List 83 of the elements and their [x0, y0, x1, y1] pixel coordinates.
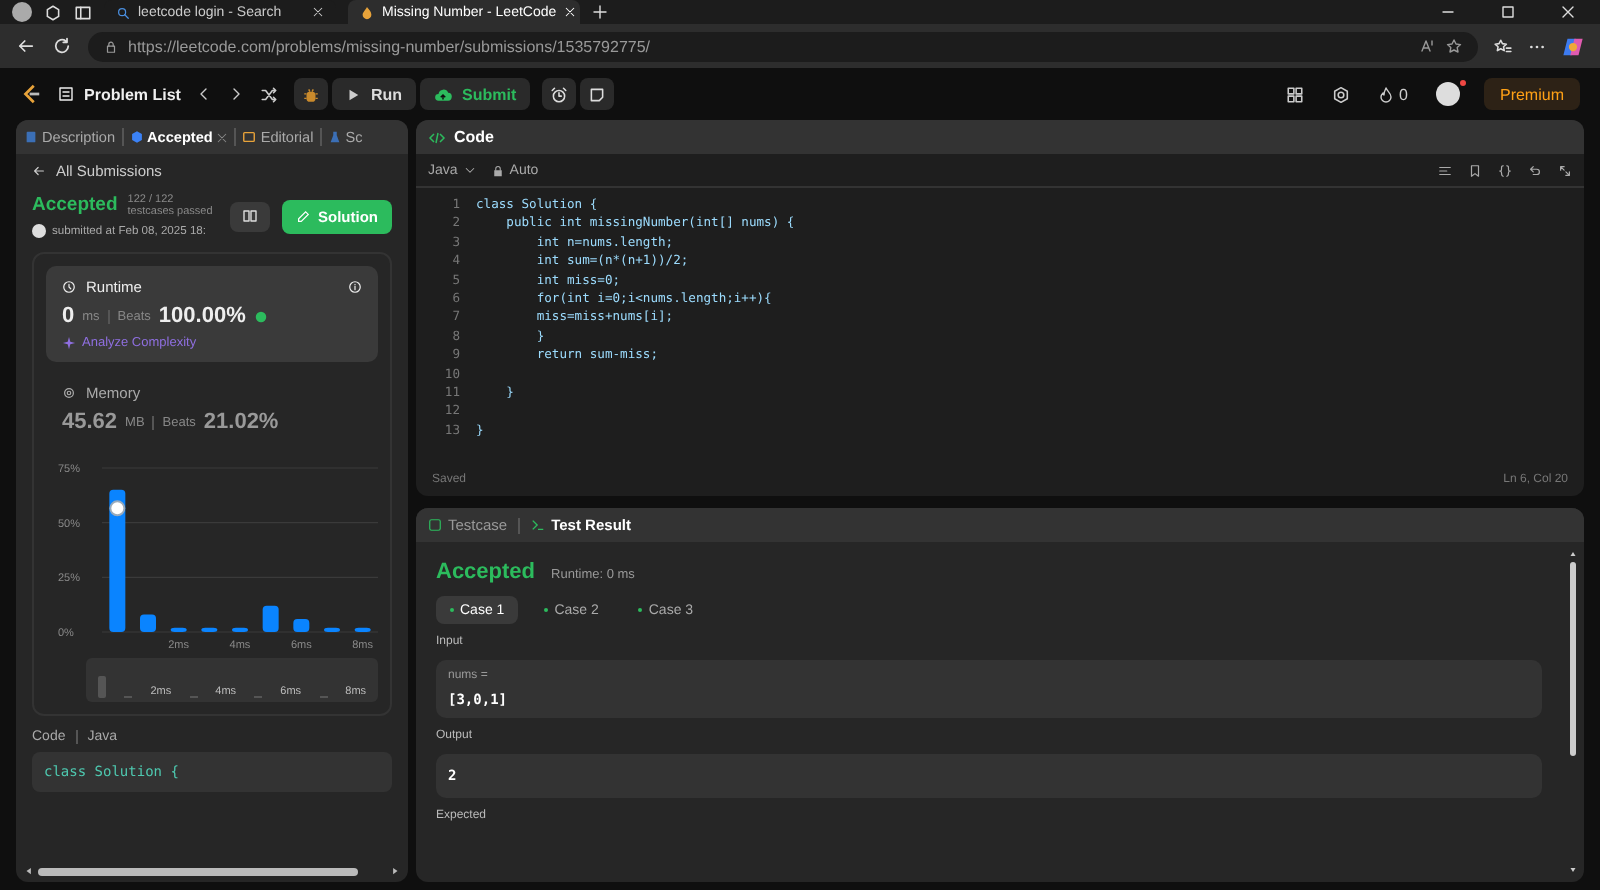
leetcode-logo-icon: [20, 82, 42, 106]
maximize-icon[interactable]: [1500, 4, 1516, 20]
terminal-icon: [529, 518, 546, 532]
search-icon: [116, 5, 130, 19]
notification-dot: [1459, 80, 1466, 86]
list-icon: [58, 86, 74, 102]
close-icon[interactable]: [312, 6, 324, 18]
layout-grid-icon[interactable]: [1285, 85, 1304, 103]
badge-icon: [253, 309, 268, 323]
cloud-upload-icon: [434, 85, 453, 103]
shuffle-icon[interactable]: [260, 85, 279, 103]
bar: [262, 605, 279, 632]
bar: [201, 627, 218, 632]
play-icon: [346, 87, 361, 101]
document-icon: [24, 130, 38, 144]
bar: [232, 627, 248, 632]
stat-value: 0: [62, 304, 75, 328]
refresh-icon[interactable]: [52, 36, 72, 56]
chevron-down-icon: [463, 164, 476, 176]
tab-actions-icon[interactable]: [74, 3, 92, 21]
info-icon[interactable]: [348, 280, 362, 294]
bar: [354, 627, 371, 632]
status-label: Accepted: [32, 194, 118, 216]
beats-percent: 100.00%: [158, 304, 246, 328]
flame-logo-icon: [360, 5, 374, 19]
code-icon: [428, 129, 446, 145]
run-button[interactable]: Run: [332, 78, 417, 110]
checkbox-icon: [428, 518, 442, 532]
favorites-icon[interactable]: [1494, 37, 1512, 55]
address-bar[interactable]: https://leetcode.com/problems/missing-number/submissions/1535792775/: [88, 31, 1478, 61]
beats-percent: 21.02%: [203, 410, 279, 434]
user-avatar: [32, 224, 46, 238]
undo-icon[interactable]: [1528, 163, 1542, 177]
user-avatar[interactable]: [1435, 82, 1460, 106]
sparkle-icon: [62, 336, 76, 350]
result-status: Accepted: [436, 560, 536, 584]
stat-value: 45.62: [62, 410, 118, 434]
alarm-button[interactable]: [542, 78, 577, 110]
premium-button[interactable]: Premium: [1483, 78, 1580, 110]
debug-button[interactable]: [294, 78, 329, 110]
streak-count: 0: [1399, 85, 1408, 103]
copilot-icon[interactable]: [1562, 35, 1584, 57]
bar: [324, 627, 340, 632]
workspaces-icon[interactable]: [44, 3, 62, 21]
scroll-left-icon[interactable]: [24, 866, 34, 876]
panel-title: Code: [454, 128, 494, 146]
memory-chip-icon: [62, 386, 76, 400]
edit-icon: [296, 209, 310, 223]
braces-icon[interactable]: [1498, 163, 1512, 177]
read-aloud-icon[interactable]: [1420, 38, 1436, 54]
new-tab-icon[interactable]: [592, 4, 608, 20]
star-icon[interactable]: [1446, 38, 1462, 54]
scroll-up-icon[interactable]: [1568, 550, 1578, 558]
back-arrow-icon: [32, 164, 46, 178]
clock-icon: [62, 280, 76, 294]
expand-icon[interactable]: [1558, 163, 1572, 177]
scroll-down-icon[interactable]: [1568, 866, 1578, 874]
book-icon: [242, 208, 258, 224]
problem-list-link[interactable]: Problem List: [58, 85, 181, 103]
hexagon-icon: [129, 130, 143, 144]
bookmark-icon[interactable]: [1468, 163, 1482, 177]
bar: [140, 614, 156, 632]
format-icon[interactable]: [1438, 163, 1452, 177]
profile-avatar: [12, 2, 32, 22]
flame-icon: [1377, 85, 1394, 103]
chevron-right-icon[interactable]: [228, 86, 245, 102]
lock-icon: [104, 39, 118, 53]
settings-icon[interactable]: [1331, 85, 1350, 103]
bar: [293, 618, 310, 632]
alarm-clock-icon: [550, 85, 569, 103]
book-icon: [242, 130, 257, 144]
bar: [170, 627, 187, 632]
back-icon[interactable]: [16, 36, 36, 56]
book-button[interactable]: [230, 201, 270, 231]
bar: [109, 489, 126, 632]
scroll-right-icon[interactable]: [390, 866, 400, 876]
lock-icon: [491, 163, 504, 177]
notes-button[interactable]: [580, 78, 615, 110]
submit-button[interactable]: Submit: [420, 78, 531, 110]
hover-marker: [109, 500, 126, 517]
flask-icon: [327, 130, 342, 144]
bug-icon: [302, 85, 321, 103]
note-icon: [588, 85, 607, 103]
